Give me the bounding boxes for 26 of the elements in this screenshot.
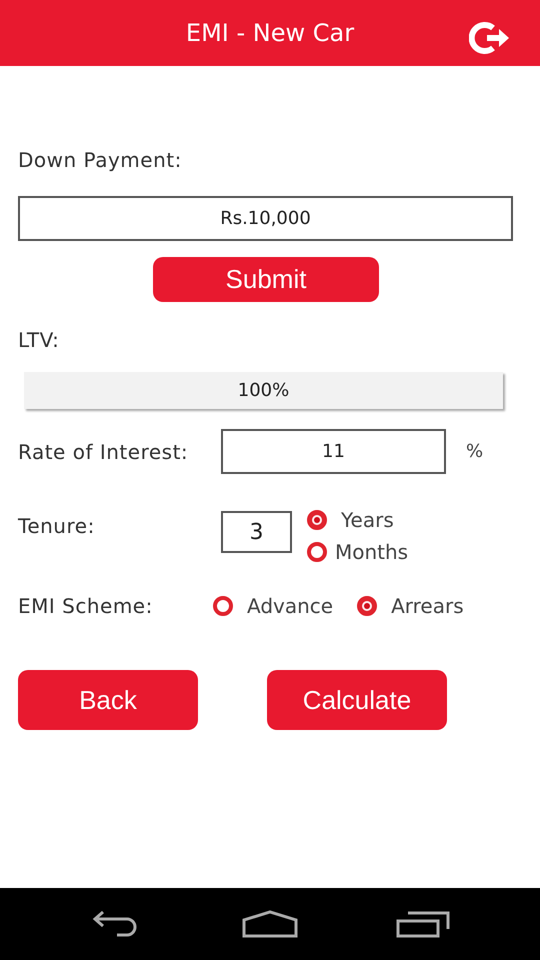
recents-nav-button[interactable] [395, 909, 452, 939]
tenure-field[interactable]: 3 [221, 511, 292, 553]
radio-button[interactable] [213, 596, 233, 616]
radio-label: Months [335, 540, 408, 564]
radio-label: Arrears [391, 594, 464, 618]
field-label: Tenure: [18, 514, 96, 538]
radio-label: Years [341, 508, 394, 532]
calculate-button[interactable]: Calculate [267, 670, 447, 730]
home-nav-button[interactable] [242, 909, 298, 939]
radio-button[interactable] [307, 542, 327, 562]
field-label: Rate of Interest: [18, 440, 190, 464]
submit-button[interactable]: Submit [153, 257, 379, 302]
ltv-field: 100% [24, 372, 503, 409]
field-label: LTV: [18, 328, 60, 352]
radio-button[interactable] [357, 596, 378, 616]
down-payment-field[interactable]: Rs.10,000 [18, 196, 513, 241]
recents-icon [396, 910, 450, 938]
radio-label: Advance [247, 594, 334, 618]
radio-button[interactable] [307, 510, 327, 530]
screen-title: EMI - New Car [186, 19, 354, 47]
back-button[interactable]: Back [18, 670, 198, 730]
field-label: Down Payment: [18, 148, 183, 172]
field-label: EMI Scheme: [18, 594, 154, 618]
home-icon [242, 910, 298, 938]
interest-rate-field[interactable]: 11 [221, 429, 446, 474]
unit-label: % [466, 441, 484, 462]
